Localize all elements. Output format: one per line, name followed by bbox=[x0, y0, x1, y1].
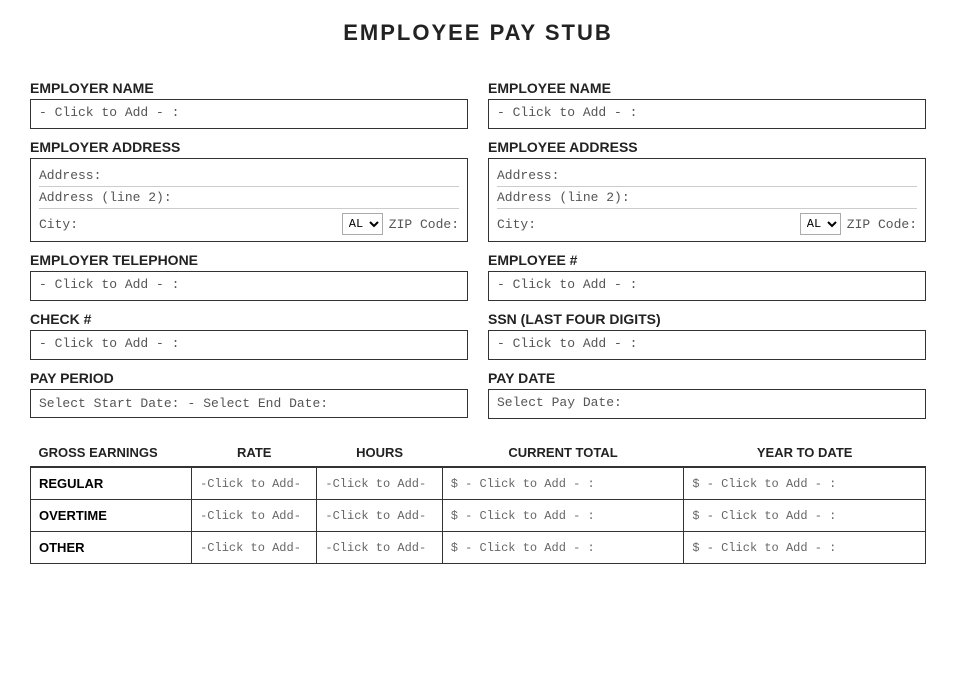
col-header-rate: RATE bbox=[192, 439, 317, 467]
earnings-hours-2[interactable]: -Click to Add- bbox=[317, 532, 442, 564]
earnings-ytd-0[interactable]: $ - Click to Add - : bbox=[684, 467, 926, 500]
employer-address-box[interactable]: Address: Address (line 2): City: AL AK A… bbox=[30, 158, 468, 242]
employer-address-line1[interactable]: Address: bbox=[39, 165, 459, 187]
earnings-rate-2[interactable]: -Click to Add- bbox=[192, 532, 317, 564]
pay-period-box[interactable]: Select Start Date: - Select End Date: bbox=[30, 389, 468, 418]
employer-telephone-label: EMPLOYER TELEPHONE bbox=[30, 252, 468, 268]
employee-city-label[interactable]: City: bbox=[497, 217, 794, 232]
col-header-current: CURRENT TOTAL bbox=[442, 439, 684, 467]
employee-address-label: EMPLOYEE ADDRESS bbox=[488, 139, 926, 155]
employer-state-select[interactable]: AL AK AZ CA FL NY TX bbox=[342, 213, 383, 235]
employer-city-label[interactable]: City: bbox=[39, 217, 336, 232]
check-input[interactable]: - Click to Add - : bbox=[30, 330, 468, 360]
earnings-ytd-2[interactable]: $ - Click to Add - : bbox=[684, 532, 926, 564]
employer-telephone-input[interactable]: - Click to Add - : bbox=[30, 271, 468, 301]
table-row: REGULAR -Click to Add- -Click to Add- $ … bbox=[31, 467, 926, 500]
pay-date-input[interactable]: Select Pay Date: bbox=[488, 389, 926, 419]
pay-period-start-label[interactable]: Select Start Date: bbox=[39, 396, 179, 411]
earnings-hours-1[interactable]: -Click to Add- bbox=[317, 500, 442, 532]
pay-period-end-label[interactable]: Select End Date: bbox=[203, 396, 328, 411]
employer-city-row: City: AL AK AZ CA FL NY TX ZIP Code: bbox=[39, 209, 459, 235]
earnings-current-2[interactable]: $ - Click to Add - : bbox=[442, 532, 684, 564]
earnings-table: GROSS EARNINGS RATE HOURS CURRENT TOTAL … bbox=[30, 439, 926, 564]
employer-name-input[interactable]: - Click to Add - : bbox=[30, 99, 468, 129]
pay-date-label: PAY DATE bbox=[488, 370, 926, 386]
employee-name-label: EMPLOYEE NAME bbox=[488, 80, 926, 96]
employee-city-row: City: AL AK AZ CA FL NY TX ZIP Code: bbox=[497, 209, 917, 235]
ssn-input[interactable]: - Click to Add - : bbox=[488, 330, 926, 360]
col-header-earnings: GROSS EARNINGS bbox=[31, 439, 192, 467]
employee-num-label: EMPLOYEE # bbox=[488, 252, 926, 268]
page-title: EMPLOYEE PAY STUB bbox=[30, 20, 926, 46]
employee-address-line2[interactable]: Address (line 2): bbox=[497, 187, 917, 209]
earnings-label-2: OTHER bbox=[31, 532, 192, 564]
pay-period-dash: - bbox=[187, 396, 195, 411]
employer-address-line2[interactable]: Address (line 2): bbox=[39, 187, 459, 209]
earnings-hours-0[interactable]: -Click to Add- bbox=[317, 467, 442, 500]
earnings-rate-1[interactable]: -Click to Add- bbox=[192, 500, 317, 532]
employer-name-label: EMPLOYER NAME bbox=[30, 80, 468, 96]
employer-zip-label: ZIP Code: bbox=[389, 217, 459, 232]
left-column: EMPLOYER NAME - Click to Add - : EMPLOYE… bbox=[30, 70, 468, 419]
employee-address-line1[interactable]: Address: bbox=[497, 165, 917, 187]
col-header-hours: HOURS bbox=[317, 439, 442, 467]
check-label: CHECK # bbox=[30, 311, 468, 327]
pay-period-label: PAY PERIOD bbox=[30, 370, 468, 386]
employee-address-box[interactable]: Address: Address (line 2): City: AL AK A… bbox=[488, 158, 926, 242]
employer-address-label: EMPLOYER ADDRESS bbox=[30, 139, 468, 155]
table-row: OVERTIME -Click to Add- -Click to Add- $… bbox=[31, 500, 926, 532]
earnings-current-1[interactable]: $ - Click to Add - : bbox=[442, 500, 684, 532]
employee-state-select[interactable]: AL AK AZ CA FL NY TX bbox=[800, 213, 841, 235]
earnings-label-0: REGULAR bbox=[31, 467, 192, 500]
ssn-label: SSN (LAST FOUR DIGITS) bbox=[488, 311, 926, 327]
table-row: OTHER -Click to Add- -Click to Add- $ - … bbox=[31, 532, 926, 564]
earnings-ytd-1[interactable]: $ - Click to Add - : bbox=[684, 500, 926, 532]
right-column: EMPLOYEE NAME - Click to Add - : EMPLOYE… bbox=[488, 70, 926, 419]
col-header-ytd: YEAR TO DATE bbox=[684, 439, 926, 467]
earnings-section: GROSS EARNINGS RATE HOURS CURRENT TOTAL … bbox=[30, 439, 926, 564]
employee-num-input[interactable]: - Click to Add - : bbox=[488, 271, 926, 301]
employee-name-input[interactable]: - Click to Add - : bbox=[488, 99, 926, 129]
employee-zip-label: ZIP Code: bbox=[847, 217, 917, 232]
earnings-rate-0[interactable]: -Click to Add- bbox=[192, 467, 317, 500]
earnings-current-0[interactable]: $ - Click to Add - : bbox=[442, 467, 684, 500]
earnings-label-1: OVERTIME bbox=[31, 500, 192, 532]
